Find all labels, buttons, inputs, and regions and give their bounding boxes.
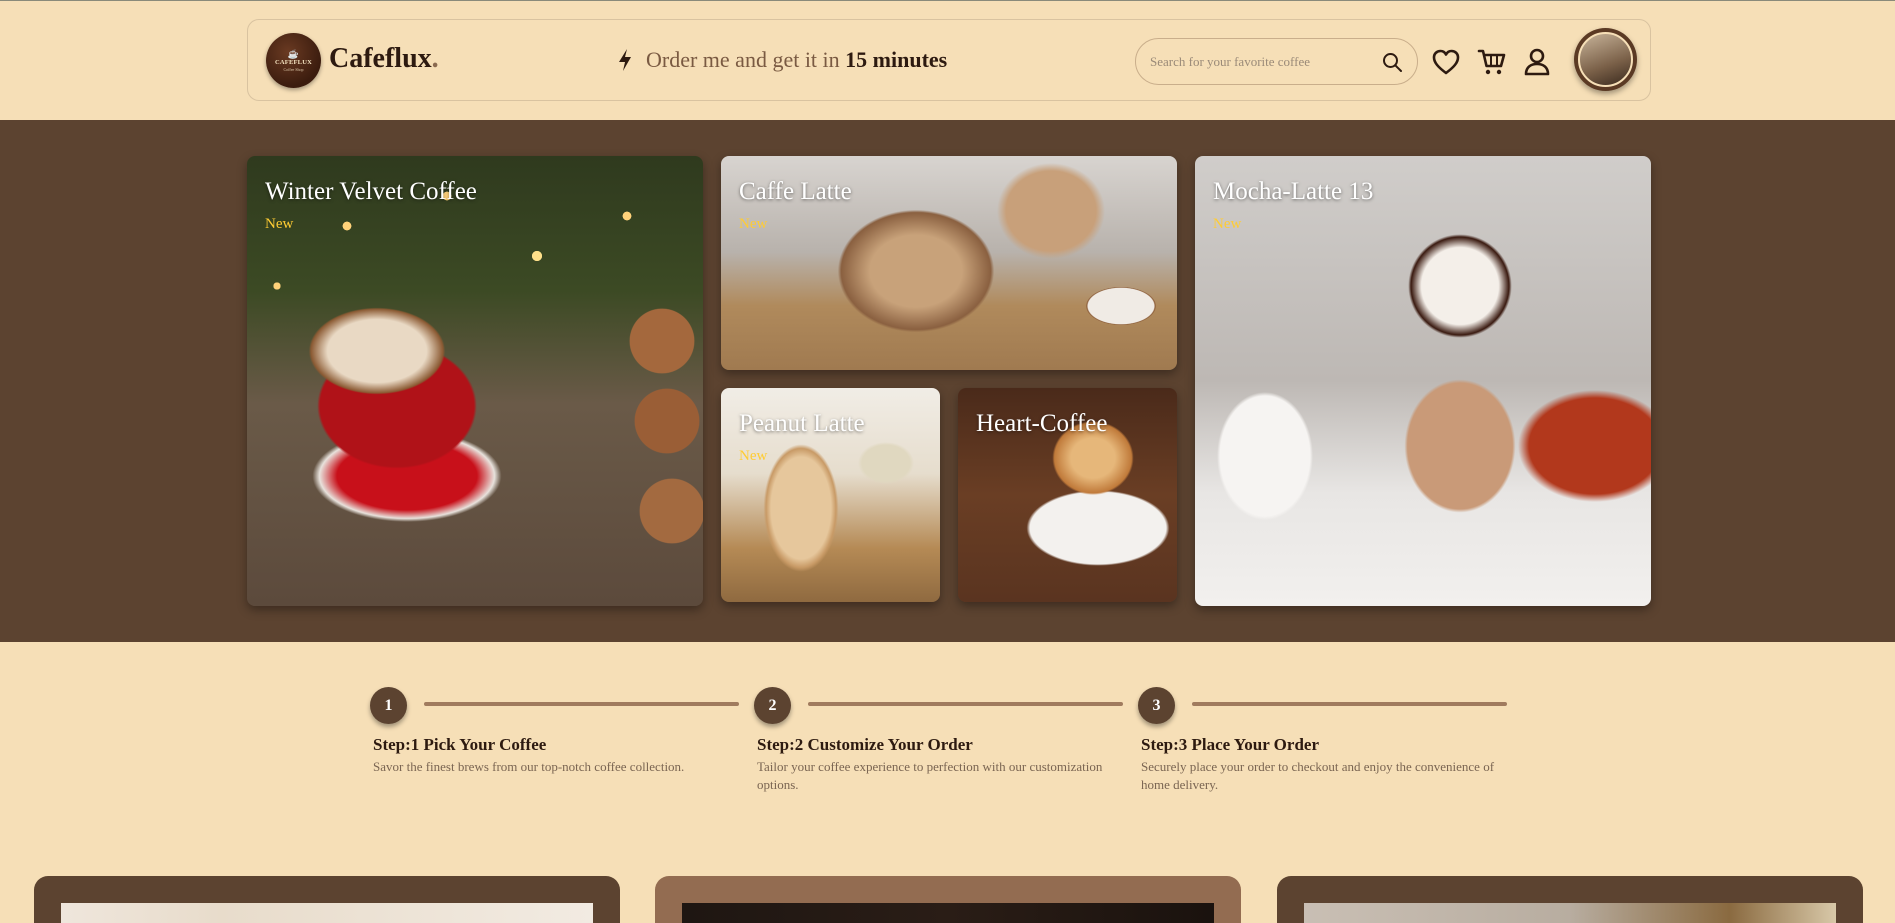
featured-card-peanut-latte[interactable]: Peanut Latte New (721, 388, 940, 602)
delivery-promo: Order me and get it in 15 minutes (616, 47, 947, 73)
promo-time: 15 minutes (845, 47, 948, 72)
product-card[interactable] (655, 876, 1241, 923)
featured-card-mocha-latte[interactable]: Mocha-Latte 13 New (1195, 156, 1651, 606)
step-description: Securely place your order to checkout an… (1141, 759, 1495, 792)
brand-name[interactable]: Cafeflux. (329, 43, 439, 75)
product-card[interactable] (34, 876, 620, 923)
step-title: Step:1 Pick Your Coffee (373, 735, 547, 754)
new-badge: New (1213, 216, 1242, 232)
card-title: Peanut Latte (739, 410, 865, 437)
step-number: 2 (754, 687, 791, 724)
heart-icon[interactable] (1431, 47, 1461, 77)
top-border (0, 0, 1895, 1)
bolt-icon (619, 49, 631, 71)
user-icon[interactable] (1522, 47, 1552, 77)
search-input[interactable] (1150, 52, 1370, 72)
logo[interactable]: ☕ CAFEFLUX Coffee Shop (266, 33, 321, 88)
step-connector (1192, 702, 1507, 706)
card-title: Heart-Coffee (976, 410, 1108, 437)
card-title: Caffe Latte (739, 178, 852, 205)
step-connector (808, 702, 1123, 706)
step-number: 1 (370, 687, 407, 724)
product-image (61, 903, 593, 923)
avatar-image (1578, 32, 1633, 87)
new-badge: New (739, 216, 768, 232)
product-image (1304, 903, 1836, 923)
step-connector (424, 702, 739, 706)
featured-card-winter-velvet[interactable]: Winter Velvet Coffee New (247, 156, 703, 606)
step-number: 3 (1138, 687, 1175, 724)
step-title: Step:3 Place Your Order (1141, 735, 1319, 754)
new-badge: New (265, 216, 294, 232)
product-image (682, 903, 1214, 923)
product-card[interactable] (1277, 876, 1863, 923)
step-title: Step:2 Customize Your Order (757, 735, 973, 754)
profile-avatar[interactable] (1574, 28, 1637, 91)
promo-text: Order me and get it in (646, 47, 840, 72)
new-badge: New (739, 448, 768, 464)
step-description: Tailor your coffee experience to perfect… (757, 759, 1103, 792)
site-header: ☕ CAFEFLUX Coffee Shop Cafeflux. Order m… (247, 19, 1651, 101)
search-icon[interactable] (1381, 51, 1403, 73)
cart-icon[interactable] (1477, 47, 1507, 77)
featured-card-caffe-latte[interactable]: Caffe Latte New (721, 156, 1177, 370)
card-title: Winter Velvet Coffee (265, 178, 477, 205)
search-bar[interactable] (1135, 38, 1418, 85)
card-title: Mocha-Latte 13 (1213, 178, 1374, 205)
featured-card-heart-coffee[interactable]: Heart-Coffee (958, 388, 1177, 602)
step-description: Savor the finest brews from our top-notc… (373, 759, 685, 774)
cup-icon: ☕ (287, 48, 300, 59)
